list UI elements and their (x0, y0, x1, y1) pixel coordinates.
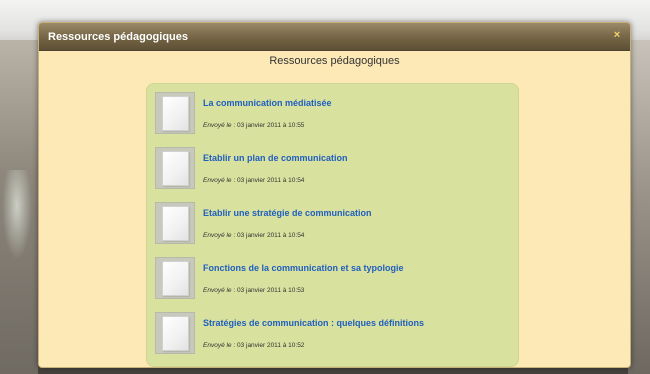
document-icon (162, 316, 189, 351)
sent-label: Envoyé le (203, 232, 232, 239)
resource-link[interactable]: Etablir une stratégie de communication (203, 208, 372, 218)
document-thumbnail[interactable] (155, 257, 195, 299)
list-item: Etablir une stratégie de communication E… (155, 202, 510, 246)
sent-label: Envoyé le (203, 287, 232, 294)
list-item: Stratégies de communication : quelques d… (155, 312, 510, 356)
page-title: Ressources pédagogiques (269, 55, 400, 67)
close-icon[interactable]: × (611, 29, 623, 41)
sent-date: Envoyé le : 03 janvier 2011 à 10:54 (203, 177, 304, 184)
document-thumbnail[interactable] (155, 312, 195, 354)
dialog-titlebar[interactable]: Ressources pédagogiques × (39, 23, 630, 51)
document-icon (162, 96, 189, 131)
resources-list: La communication médiatisée Envoyé le : … (146, 83, 519, 367)
sent-date-value: : 03 janvier 2011 à 10:54 (231, 232, 305, 239)
sent-date: Envoyé le : 03 janvier 2011 à 10:54 (203, 232, 304, 239)
sent-date: Envoyé le : 03 janvier 2011 à 10:55 (203, 122, 304, 129)
list-item: Etablir un plan de communication Envoyé … (155, 147, 510, 191)
resource-link[interactable]: La communication médiatisée (203, 98, 332, 108)
sent-date: Envoyé le : 03 janvier 2011 à 10:52 (203, 342, 304, 349)
background-plant (2, 170, 32, 260)
sent-label: Envoyé le (203, 122, 232, 129)
document-thumbnail[interactable] (155, 202, 195, 244)
sent-label: Envoyé le (203, 342, 232, 349)
sent-date-value: : 03 janvier 2011 à 10:53 (231, 287, 305, 294)
document-icon (162, 206, 189, 241)
dialog-title: Ressources pédagogiques (48, 31, 188, 43)
sent-date: Envoyé le : 03 janvier 2011 à 10:53 (203, 287, 304, 294)
sent-date-value: : 03 janvier 2011 à 10:55 (231, 122, 305, 129)
sent-date-value: : 03 janvier 2011 à 10:54 (231, 177, 305, 184)
background-wall-right (628, 40, 650, 374)
resource-link[interactable]: Etablir un plan de communication (203, 153, 348, 163)
list-item: Fonctions de la communication et sa typo… (155, 257, 510, 301)
document-thumbnail[interactable] (155, 147, 195, 189)
list-item: La communication médiatisée Envoyé le : … (155, 92, 510, 136)
resource-link[interactable]: Stratégies de communication : quelques d… (203, 318, 424, 328)
resource-link[interactable]: Fonctions de la communication et sa typo… (203, 263, 404, 273)
document-icon (162, 261, 189, 296)
document-icon (162, 151, 189, 186)
sent-date-value: : 03 janvier 2011 à 10:52 (231, 342, 305, 349)
resources-dialog: Ressources pédagogiques × Ressources péd… (38, 22, 631, 368)
document-thumbnail[interactable] (155, 92, 195, 134)
sent-label: Envoyé le (203, 177, 232, 184)
